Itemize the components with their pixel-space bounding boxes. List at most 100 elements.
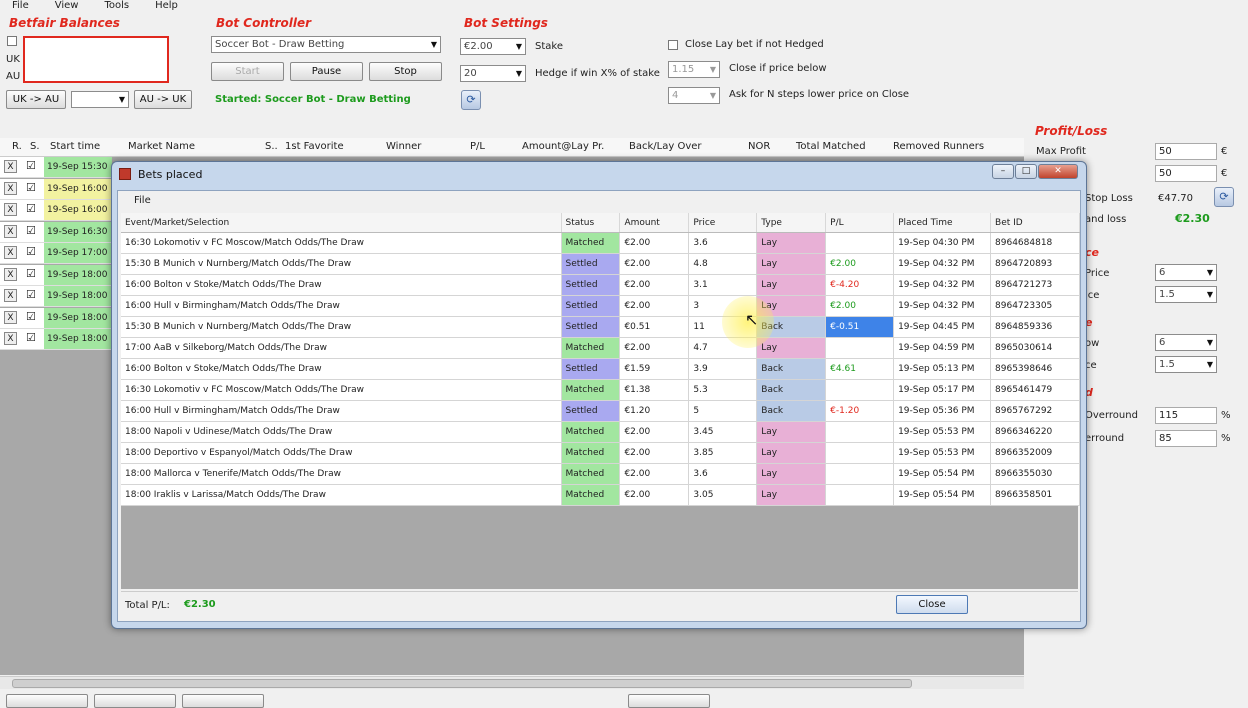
col-price[interactable]: Price [688, 213, 758, 233]
refresh-icon[interactable]: ⟳ [461, 90, 481, 110]
remove-market-button[interactable]: X [4, 310, 17, 324]
max-profit-input[interactable]: 50 [1155, 143, 1217, 160]
close-button[interactable]: Close [896, 595, 968, 614]
pause-button[interactable]: Pause [290, 62, 363, 81]
col-amount[interactable]: Amount [619, 213, 690, 233]
bet-row[interactable]: 18:00 Deportivo v Espanyol/Match Odds/Th… [121, 442, 1080, 464]
bot-select[interactable]: Soccer Bot - Draw Betting ▼ [211, 36, 441, 53]
remove-market-button[interactable]: X [4, 267, 17, 281]
remove-market-button[interactable]: X [4, 224, 17, 238]
bet-row[interactable]: 16:00 Hull v Birmingham/Match Odds/The D… [121, 400, 1080, 422]
col-back-lay-over[interactable]: Back/Lay Over [629, 141, 702, 152]
au-to-uk-button[interactable]: AU -> UK [134, 90, 192, 109]
horizontal-scrollbar[interactable] [0, 676, 1024, 689]
bet-row[interactable]: 17:00 AaB v Silkeborg/Match Odds/The Dra… [121, 337, 1080, 359]
market-row[interactable]: X ☑ 19-Sep 15:30 [0, 157, 112, 178]
menu-tools[interactable]: Tools [104, 1, 129, 11]
col-s2[interactable]: S.. [265, 141, 278, 152]
bet-row[interactable]: 16:00 Bolton v Stoke/Match Odds/The Draw… [121, 274, 1080, 296]
bottom-button-2[interactable] [94, 694, 176, 708]
col-r[interactable]: R. [12, 141, 22, 152]
dialog-menu-file[interactable]: File [134, 195, 151, 206]
market-checkbox[interactable]: ☑ [26, 288, 36, 301]
refresh-icon[interactable]: ⟳ [1214, 187, 1234, 207]
col-winner[interactable]: Winner [386, 141, 421, 152]
market-checkbox[interactable]: ☑ [26, 224, 36, 237]
menu-file[interactable]: File [12, 1, 29, 11]
remove-market-button[interactable]: X [4, 332, 17, 345]
bet-row[interactable]: 18:00 Iraklis v Larissa/Match Odds/The D… [121, 484, 1080, 506]
bet-row[interactable]: 18:00 Mallorca v Tenerife/Match Odds/The… [121, 463, 1080, 485]
overround-input[interactable]: 115 [1155, 407, 1217, 424]
col-pl[interactable]: P/L [470, 141, 485, 152]
col-start-time[interactable]: Start time [50, 141, 100, 152]
bottom-button-4[interactable] [628, 694, 710, 708]
market-row[interactable]: X ☑ 19-Sep 18:00 [0, 329, 112, 350]
ask-steps-select[interactable]: 4 ▼ [668, 87, 720, 104]
col-total-matched[interactable]: Total Matched [796, 141, 866, 152]
col-placed-time[interactable]: Placed Time [893, 213, 992, 233]
market-checkbox[interactable]: ☑ [26, 159, 36, 172]
market-checkbox[interactable]: ☑ [26, 245, 36, 258]
col-bet-id[interactable]: Bet ID [990, 213, 1080, 233]
market-checkbox[interactable]: ☑ [26, 181, 36, 194]
close-icon[interactable]: ✕ [1038, 164, 1078, 179]
close-price-select[interactable]: 1.15 ▼ [668, 61, 720, 78]
market-row[interactable]: X ☑ 19-Sep 16:00 [0, 200, 112, 221]
bet-row[interactable]: 15:30 B Munich v Nurnberg/Match Odds/The… [121, 316, 1080, 338]
remove-market-button[interactable]: X [4, 246, 17, 259]
market-row[interactable]: X ☑ 19-Sep 18:00 [0, 264, 112, 286]
market-checkbox[interactable]: ☑ [26, 310, 36, 323]
menu-view[interactable]: View [55, 1, 79, 11]
ce-select[interactable]: 1.5 ▼ [1155, 356, 1217, 373]
bet-row[interactable]: 16:00 Hull v Birmingham/Match Odds/The D… [121, 295, 1080, 317]
stop-loss-amount-input[interactable]: 50 [1155, 165, 1217, 182]
bet-row[interactable]: 15:30 B Munich v Nurnberg/Match Odds/The… [121, 253, 1080, 275]
hedge-select[interactable]: 20 ▼ [460, 65, 526, 82]
market-row[interactable]: X ☑ 19-Sep 18:00 [0, 286, 112, 307]
market-checkbox[interactable]: ☑ [26, 202, 36, 215]
bet-row[interactable]: 18:00 Napoli v Udinese/Match Odds/The Dr… [121, 421, 1080, 443]
market-row[interactable]: X ☑ 19-Sep 16:30 [0, 221, 112, 243]
bottom-button-1[interactable] [6, 694, 88, 708]
col-amount-lay[interactable]: Amount@Lay Pr. [522, 141, 604, 152]
bottom-button-3[interactable] [182, 694, 264, 708]
price-select[interactable]: 6 ▼ [1155, 264, 1217, 281]
balances-checkbox[interactable] [7, 36, 17, 46]
currency-select[interactable]: ▼ [71, 91, 129, 108]
market-row[interactable]: X ☑ 19-Sep 16:00 [0, 178, 112, 200]
market-checkbox[interactable]: ☑ [26, 267, 36, 280]
col-type[interactable]: Type [756, 213, 827, 233]
remove-market-button[interactable]: X [4, 289, 17, 302]
col-status[interactable]: Status [561, 213, 621, 233]
stake-select[interactable]: €2.00 ▼ [460, 38, 526, 55]
market-checkbox[interactable]: ☑ [26, 331, 36, 344]
col-pl[interactable]: P/L [825, 213, 895, 233]
close-lay-checkbox[interactable] [668, 40, 678, 50]
col-nor[interactable]: NOR [748, 141, 770, 152]
bet-row[interactable]: 16:00 Bolton v Stoke/Match Odds/The Draw… [121, 358, 1080, 380]
bet-row[interactable]: 16:30 Lokomotiv v FC Moscow/Match Odds/T… [121, 379, 1080, 401]
maximize-icon[interactable]: □ [1015, 164, 1037, 179]
bet-amount: €2.00 [619, 295, 690, 317]
underround-input[interactable]: 85 [1155, 430, 1217, 447]
menu-help[interactable]: Help [155, 1, 178, 11]
stop-button[interactable]: Stop [369, 62, 442, 81]
scrollbar-thumb[interactable] [12, 679, 912, 688]
remove-market-button[interactable]: X [4, 160, 17, 173]
ow-select[interactable]: 6 ▼ [1155, 334, 1217, 351]
price2-select[interactable]: 1.5 ▼ [1155, 286, 1217, 303]
minimize-icon[interactable]: – [992, 164, 1014, 179]
col-first-favorite[interactable]: 1st Favorite [285, 141, 344, 152]
bet-row[interactable]: 16:30 Lokomotiv v FC Moscow/Match Odds/T… [121, 232, 1080, 254]
remove-market-button[interactable]: X [4, 203, 17, 216]
remove-market-button[interactable]: X [4, 181, 17, 195]
col-market-name[interactable]: Market Name [128, 141, 195, 152]
col-s[interactable]: S. [30, 141, 40, 152]
market-row[interactable]: X ☑ 19-Sep 17:00 [0, 243, 112, 264]
start-button[interactable]: Start [211, 62, 284, 81]
market-row[interactable]: X ☑ 19-Sep 18:00 [0, 307, 112, 329]
col-event[interactable]: Event/Market/Selection [121, 213, 562, 233]
uk-to-au-button[interactable]: UK -> AU [6, 90, 66, 109]
col-removed-runners[interactable]: Removed Runners [893, 141, 984, 152]
